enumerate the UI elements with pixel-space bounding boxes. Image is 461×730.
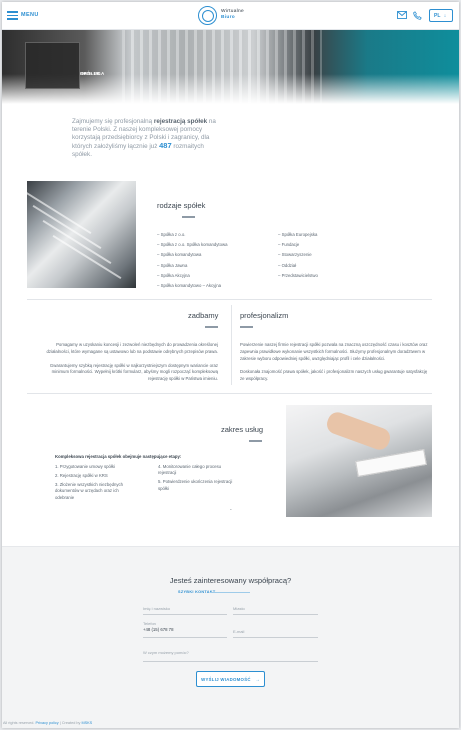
list-item: – Stowarzyszenie [278, 252, 312, 258]
types-title: rodzaje spółek [157, 201, 206, 210]
list-item: 4. Monitorowanie całego procesu rejestra… [158, 464, 222, 476]
contact-title: Jesteś zainteresowany współpracą? [169, 576, 292, 585]
message-label: W czym możemy pomóc? [143, 650, 189, 655]
email-field[interactable]: E-mail [233, 627, 318, 638]
phone-value: +48 (15) 678 78 [143, 627, 174, 632]
section-divider [249, 440, 262, 442]
profesjonalizm-text: Powierzenie naszej firmie rejestracji sp… [240, 342, 428, 382]
chevron-down-icon: ↓ [443, 13, 447, 19]
name-field[interactable]: Imię i nazwisko [143, 604, 227, 615]
section-divider [240, 326, 253, 328]
privacy-policy-link[interactable]: Privacy policy [36, 721, 59, 725]
send-message-button[interactable]: WYŚLIJ WIADOMOŚĆ → [196, 671, 265, 687]
steps-list-right: 4. Monitorowanie całego procesu rejestra… [158, 464, 238, 495]
language-label: PL [434, 13, 441, 19]
list-item: – Spółka z o.o. Spółka komandytowa [157, 242, 228, 248]
page: MENU Wirtualne Biuro PL ↓ OBSŁUGA SPÓŁEK… [2, 2, 459, 728]
list-item: – Spółka komandytowo – Akcyjna [157, 283, 222, 289]
divider [27, 393, 432, 394]
mail-icon[interactable] [397, 11, 407, 21]
list-item: – Przedstawicielstwo [278, 272, 318, 278]
phone-label: Telefon [143, 621, 156, 626]
dash-mark: - [230, 507, 232, 513]
phone-field[interactable]: Telefon +48 (15) 678 78 [143, 619, 227, 638]
list-item: – Spółka komandytowa [157, 252, 202, 258]
phone-icon[interactable] [413, 11, 422, 22]
types-list-right: – Spółka Europejska – Fundacje – Stowarz… [278, 230, 318, 281]
logo-line1: Wirtualne [221, 9, 244, 14]
profesjonalizm-title: profesjonalizm [240, 311, 289, 320]
files-photo [27, 181, 136, 288]
list-item: – Oddział [278, 262, 297, 268]
logo-line2: Biuro [221, 15, 236, 20]
steps-list-left: 1. Przygotowanie umowy spółki 2. Rejestr… [55, 464, 133, 504]
list-item: – Spółka Europejska [278, 232, 318, 237]
list-item: 2. Rejestrację spółki w KRS [55, 473, 108, 478]
list-item: – Spółka z o.o. [157, 232, 186, 237]
section-divider [182, 216, 195, 218]
laptop-photo [286, 405, 432, 517]
arrow-right-icon: → [255, 677, 260, 682]
section-divider [205, 326, 218, 328]
list-item: – Spółka Akcyjna [157, 272, 190, 278]
divider [27, 299, 432, 300]
types-list-left: – Spółka z o.o. – Spółka z o.o. Spółka k… [157, 230, 227, 291]
list-item: – Spółka Jawna [157, 262, 188, 268]
email-label: E-mail [233, 629, 245, 634]
message-field[interactable]: W czym możemy pomóc? [143, 648, 318, 662]
logo-text[interactable]: Wirtualne Biuro [221, 9, 244, 21]
hero-label-box: OBSŁUGA SPÓŁEK [25, 42, 104, 89]
list-item: 3. Złożenie wszystkich niezbędnych dokum… [55, 482, 124, 500]
companies-count: 487 [159, 141, 172, 150]
contact-section: Jesteś zainteresowany współpracą? SZYBKI… [2, 546, 459, 728]
dbamy-title: zadbamy [188, 311, 219, 320]
name-label: Imię i nazwisko [143, 606, 171, 611]
hamburger-icon[interactable] [7, 11, 18, 20]
logo-icon[interactable] [198, 6, 217, 25]
intro-paragraph: Zajmujemy się profesjonalną rejestracją … [72, 118, 216, 158]
creator-link[interactable]: MSKS [81, 721, 92, 725]
list-item: – Fundacje [278, 242, 300, 248]
site-header: MENU Wirtualne Biuro PL ↓ [2, 2, 459, 30]
zakres-title: zakres usług [221, 425, 264, 434]
city-label: Miasto [233, 606, 245, 611]
hero-banner: OBSŁUGA SPÓŁEK [2, 30, 459, 104]
list-item: 1. Przygotowanie umowy spółki [55, 464, 115, 469]
city-field[interactable]: Miasto [233, 604, 318, 615]
menu-button[interactable]: MENU [21, 12, 39, 18]
list-item: 5. Potwierdzenie ukończenia rejestracji … [158, 479, 233, 491]
zakres-intro: Kompleksowa rejestracja spółek obejmuje … [55, 454, 182, 459]
language-selector[interactable]: PL ↓ [429, 9, 453, 22]
section-divider [210, 592, 250, 593]
dbamy-text: Pomagamy w uzyskaniu koncesji i zezwoleń… [46, 342, 219, 382]
footer: All rights reserved. Privacy policy | Cr… [3, 721, 93, 725]
column-separator [231, 305, 232, 385]
